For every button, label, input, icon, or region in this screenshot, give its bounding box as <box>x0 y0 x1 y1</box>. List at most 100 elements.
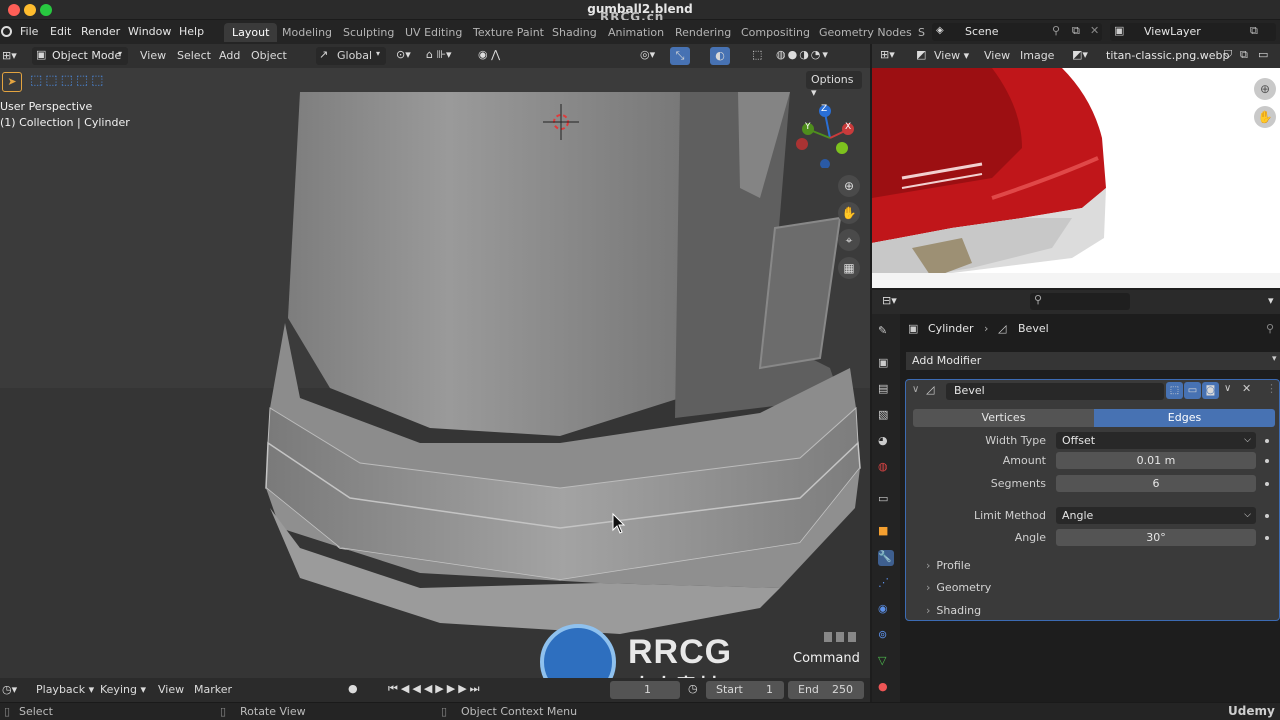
render-tab-icon[interactable]: ▣ <box>878 356 894 372</box>
keyframe-dot-icon[interactable] <box>1265 514 1269 518</box>
render-toggle-icon[interactable]: ◙ <box>1202 382 1219 399</box>
image-pan-icon[interactable]: ✋ <box>1254 106 1276 128</box>
modifier-name-field[interactable]: Bevel <box>946 383 1164 400</box>
menu-playback[interactable]: Playback ▾ <box>36 683 94 696</box>
tab-texture-paint[interactable]: Texture Paint <box>465 23 552 42</box>
open-image-icon[interactable]: ▭ <box>1258 48 1268 61</box>
delete-scene-icon[interactable]: ✕ <box>1090 24 1099 37</box>
menu-file[interactable]: File <box>20 25 38 38</box>
image-view-dropdown[interactable]: View ▾ <box>934 49 969 62</box>
view-layer-selector[interactable]: ▣ ViewLayer ⧉ <box>1110 23 1276 41</box>
collection-tab-icon[interactable]: ▭ <box>878 492 894 508</box>
keyframe-dot-icon[interactable] <box>1265 439 1269 443</box>
view-layer-tab-icon[interactable]: ▧ <box>878 408 894 424</box>
tab-edges[interactable]: Edges <box>1094 409 1275 427</box>
editor-type-icon[interactable]: ⊞▾ <box>2 49 17 62</box>
keyframe-dot-icon[interactable] <box>1265 482 1269 486</box>
tab-geometry-nodes[interactable]: Geometry Nodes <box>811 23 920 42</box>
scene-selector[interactable]: ◈ Scene ⚲ ⧉ ✕ <box>932 23 1102 41</box>
constraints-tab-icon[interactable]: ⊚ <box>878 628 894 644</box>
pan-hand-icon[interactable]: ✋ <box>838 202 860 224</box>
keyframe-dot-icon[interactable] <box>1265 459 1269 463</box>
new-image-icon[interactable]: ⧉ <box>1240 48 1248 62</box>
tab-shading[interactable]: Shading <box>544 23 605 42</box>
menu-keying[interactable]: Keying ▾ <box>100 683 146 696</box>
pivot-point-icon[interactable]: ⊙▾ <box>396 48 411 61</box>
mode-selector[interactable]: ▣ Object Mode ▾ <box>32 47 128 65</box>
menu-help[interactable]: Help <box>179 25 204 38</box>
options-dropdown[interactable]: Options ▾ <box>806 71 862 99</box>
geometry-subpanel[interactable]: › Geometry <box>926 581 991 594</box>
edit-mode-toggle-icon[interactable]: ⬚ <box>1166 382 1183 399</box>
tab-layout[interactable]: Layout <box>224 23 278 42</box>
menu-render[interactable]: Render <box>81 25 120 38</box>
world-tab-icon[interactable]: ◍ <box>878 460 894 476</box>
object-tab-icon[interactable]: ■ <box>878 524 894 540</box>
timeline-editor-type-icon[interactable]: ◷▾ <box>2 683 17 696</box>
modifier-menu-icon[interactable]: ∨ <box>1224 383 1231 394</box>
viewport-menu-view[interactable]: View <box>140 49 166 62</box>
gizmo-toggle-icon[interactable]: ⤡ <box>670 47 690 65</box>
chevron-down-icon[interactable]: ▾ <box>1268 294 1274 307</box>
properties-editor-type-icon[interactable]: ⊟▾ <box>882 294 897 307</box>
menu-timeline-view[interactable]: View <box>158 683 184 696</box>
tab-uv-editing[interactable]: UV Editing <box>397 23 470 42</box>
snap-icon[interactable]: ⌂ ⊪▾ <box>426 48 452 61</box>
image-menu-image[interactable]: Image <box>1020 49 1054 62</box>
clock-icon[interactable]: ◷ <box>688 682 698 695</box>
playback-controls-icons[interactable]: ⏮◀◀◀▶▶▶⏭ <box>388 682 483 696</box>
pin-icon[interactable]: ⚲ <box>1266 322 1274 335</box>
collapse-chevron-icon[interactable]: ∨ <box>912 384 919 395</box>
tab-vertices[interactable]: Vertices <box>913 409 1094 427</box>
segments-field[interactable]: 6 <box>1056 475 1256 492</box>
3d-viewport[interactable]: ➤ ⬚⬚⬚⬚⬚ User Perspective (1) Collection … <box>0 68 870 678</box>
zoom-icon[interactable]: ⊕ <box>838 175 860 197</box>
shading-mode-icons[interactable]: ◍●◑◔▾ <box>776 48 830 61</box>
visibility-icon[interactable]: ◎▾ <box>640 48 655 61</box>
tab-compositing[interactable]: Compositing <box>733 23 818 42</box>
view-mode-icon[interactable]: ◩ <box>916 48 926 61</box>
end-frame-field[interactable]: End 250 <box>788 681 864 699</box>
keyframe-dot-icon[interactable] <box>1265 536 1269 540</box>
image-menu-view[interactable]: View <box>984 49 1010 62</box>
tab-scripting[interactable]: S <box>910 23 933 42</box>
xray-icon[interactable]: ⬚ <box>752 48 762 61</box>
perspective-grid-icon[interactable]: ▦ <box>838 257 860 279</box>
tool-tab-icon[interactable]: ✎ <box>878 324 894 340</box>
amount-field[interactable]: 0.01 m <box>1056 452 1256 469</box>
pin-icon[interactable]: ⚲ <box>1052 24 1060 37</box>
tab-animation[interactable]: Animation <box>600 23 672 42</box>
material-tab-icon[interactable]: ● <box>878 680 894 696</box>
menu-edit[interactable]: Edit <box>50 25 71 38</box>
new-view-layer-icon[interactable]: ⧉ <box>1250 24 1258 38</box>
angle-field[interactable]: 30° <box>1056 529 1256 546</box>
menu-window[interactable]: Window <box>128 25 171 38</box>
output-tab-icon[interactable]: ▤ <box>878 382 894 398</box>
limit-method-dropdown[interactable]: Angle ⌵ <box>1056 507 1256 524</box>
drag-handle-icon[interactable]: ⋮⋮ <box>1266 382 1280 395</box>
navigation-gizmo[interactable]: Z Y X <box>795 98 865 169</box>
camera-icon[interactable]: ⌖ <box>838 229 860 251</box>
add-modifier-button[interactable]: Add Modifier ▾ <box>906 352 1280 370</box>
new-scene-icon[interactable]: ⧉ <box>1072 24 1080 38</box>
image-browse-icon[interactable]: ◩▾ <box>1072 48 1088 61</box>
tab-sculpting[interactable]: Sculpting <box>335 23 402 42</box>
fake-user-icon[interactable]: ⛉ <box>1224 48 1232 62</box>
overlays-toggle-icon[interactable]: ◐ <box>710 47 730 65</box>
data-tab-icon[interactable]: ▽ <box>878 654 894 670</box>
viewport-menu-object[interactable]: Object <box>251 49 287 62</box>
image-editor-type-icon[interactable]: ⊞▾ <box>880 48 895 61</box>
record-icon[interactable]: ● <box>348 682 358 695</box>
viewport-menu-select[interactable]: Select <box>177 49 211 62</box>
modifier-tab-icon[interactable]: 🔧 <box>878 550 894 566</box>
image-editor-canvas[interactable]: ⊕ ✋ <box>872 68 1280 288</box>
proportional-edit-icon[interactable]: ◉ ⋀ <box>478 48 500 61</box>
image-name[interactable]: titan-classic.png.webp <box>1106 49 1229 62</box>
current-frame-field[interactable]: 1 <box>610 681 680 699</box>
start-frame-field[interactable]: Start 1 <box>706 681 784 699</box>
menu-marker[interactable]: Marker <box>194 683 232 696</box>
width-type-dropdown[interactable]: Offset ⌵ <box>1056 432 1256 449</box>
tab-rendering[interactable]: Rendering <box>667 23 739 42</box>
blender-logo-icon[interactable] <box>1 26 12 37</box>
close-icon[interactable]: ✕ <box>1242 382 1251 395</box>
